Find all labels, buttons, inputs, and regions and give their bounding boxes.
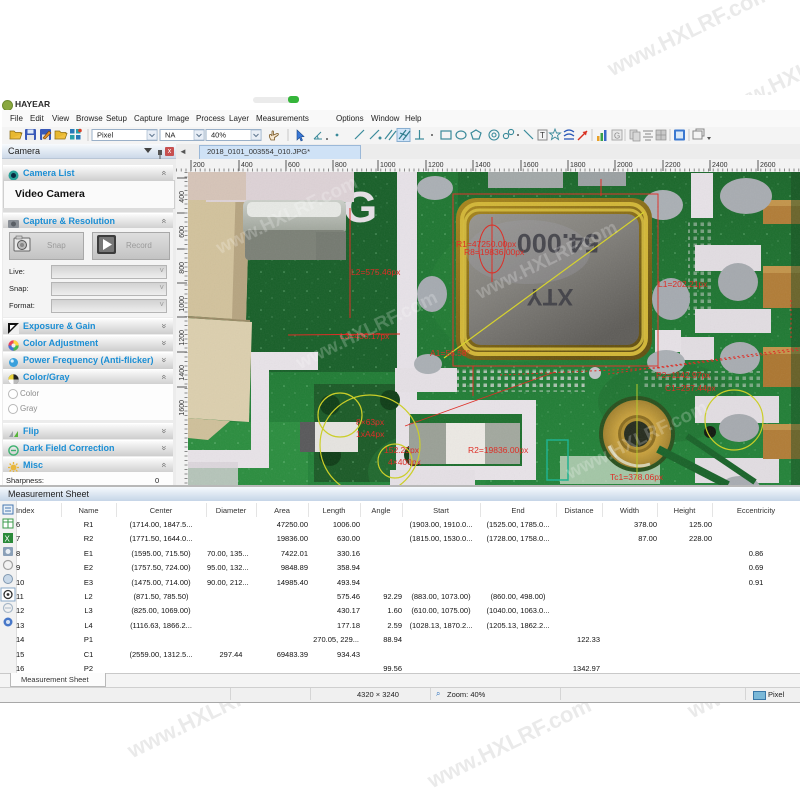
svg-text:200: 200 xyxy=(193,162,205,169)
svg-text:600: 600 xyxy=(288,162,300,169)
svg-text:NA: NA xyxy=(165,131,175,140)
svg-text:1000: 1000 xyxy=(380,162,396,169)
svg-text:2200: 2200 xyxy=(665,162,681,169)
svg-text:2400: 2400 xyxy=(712,162,728,169)
svg-text:400: 400 xyxy=(179,191,186,203)
svg-text:1400: 1400 xyxy=(475,162,491,169)
svg-text:X: X xyxy=(5,535,11,544)
svg-text:G: G xyxy=(614,132,620,141)
svg-text:800: 800 xyxy=(335,162,347,169)
svg-text:2000: 2000 xyxy=(617,162,633,169)
svg-text:1400: 1400 xyxy=(179,365,186,381)
svg-text:Pixel: Pixel xyxy=(97,131,114,140)
svg-text:1600: 1600 xyxy=(523,162,539,169)
svg-text:1800: 1800 xyxy=(570,162,586,169)
svg-text:1200: 1200 xyxy=(428,162,444,169)
svg-text:T: T xyxy=(540,131,545,140)
svg-text:400: 400 xyxy=(241,162,253,169)
svg-text:40%: 40% xyxy=(211,131,226,140)
svg-text:2600: 2600 xyxy=(760,162,776,169)
